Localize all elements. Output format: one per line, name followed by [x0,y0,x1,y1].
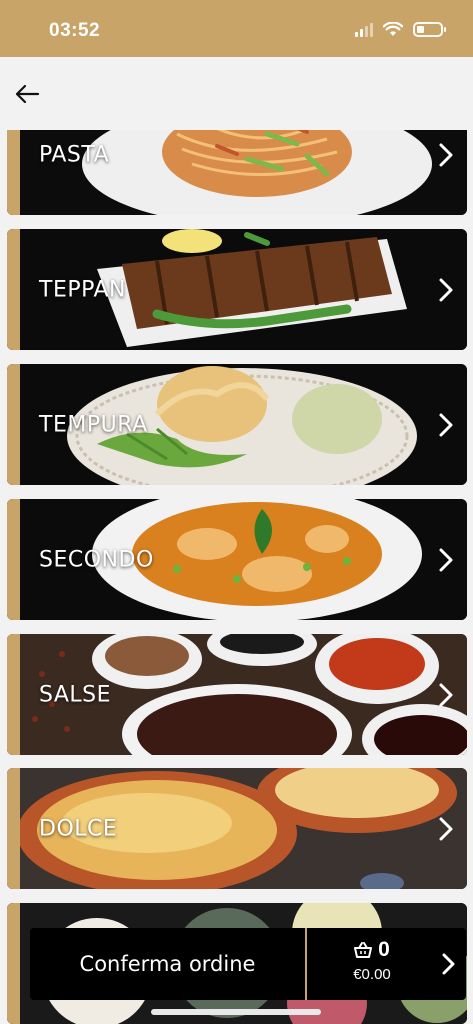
home-indicator [151,1009,321,1015]
wifi-icon [383,22,403,36]
category-label: TEMPURA [39,412,148,437]
cart-total: €0.00 [353,966,391,983]
chevron-right-icon [439,278,453,301]
cart-summary[interactable]: 0 €0.00 [307,928,437,1000]
category-card-salse[interactable]: SALSE [7,634,467,755]
order-bar: Conferma ordine 0 €0.00 [30,928,466,1000]
card-accent [7,768,20,889]
cart-row: 0 [307,938,437,962]
status-icons [355,22,446,37]
card-accent [7,903,20,1024]
category-card-secondo[interactable]: SECONDO [7,499,467,620]
signal-icon [355,22,373,37]
battery-icon [413,22,446,37]
card-accent [7,130,20,215]
basket-icon [354,942,373,958]
category-label: SALSE [39,682,112,707]
category-card-tempura[interactable]: TEMPURA [7,364,467,485]
category-list: PASTA TEPPAN TEMPURA SECONDO SALSE DOLCE [0,130,473,1024]
card-accent [7,229,20,350]
cart-count: 0 [378,938,390,961]
category-card-teppan[interactable]: TEPPAN [7,229,467,350]
category-label: PASTA [39,142,110,167]
category-label: TEPPAN [39,277,126,302]
category-card-pasta[interactable]: PASTA [7,130,467,215]
card-accent [7,499,20,620]
card-accent [7,634,20,755]
status-bar: 03:52 [0,0,473,57]
chevron-right-icon [439,413,453,436]
nav-bar [0,57,473,130]
chevron-right-icon [439,817,453,840]
chevron-right-icon[interactable] [440,951,456,977]
status-time: 03:52 [49,20,101,41]
chevron-right-icon [439,683,453,706]
category-card-dolce[interactable]: DOLCE [7,768,467,889]
category-label: SECONDO [39,547,154,572]
arrow-left-icon[interactable] [12,79,42,109]
chevron-right-icon [439,143,453,166]
chevron-right-icon [439,548,453,571]
category-label: DOLCE [39,816,118,841]
card-accent [7,364,20,485]
confirm-order-button[interactable]: Conferma ordine [30,928,305,1000]
